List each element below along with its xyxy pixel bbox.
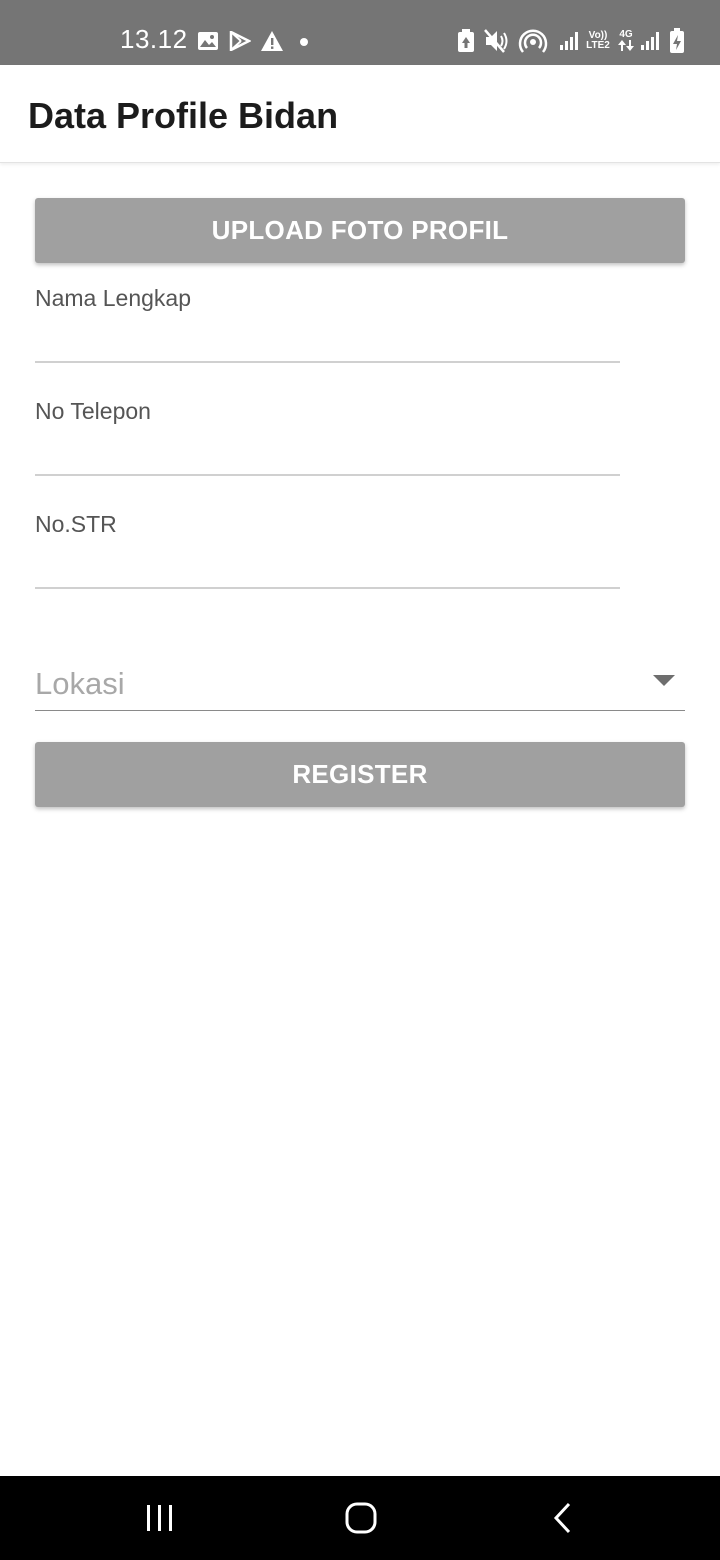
- phone-field: No Telepon: [35, 398, 620, 488]
- battery-charging-icon: [669, 28, 685, 54]
- home-icon[interactable]: [341, 1498, 381, 1538]
- full-name-label: Nama Lengkap: [35, 285, 191, 311]
- back-icon[interactable]: [543, 1498, 583, 1538]
- upload-photo-button[interactable]: UPLOAD FOTO PROFIL: [35, 198, 685, 263]
- volte-icon: Vo)) LTE2: [583, 31, 613, 51]
- network-text: 4G: [619, 29, 633, 40]
- dropdown-arrow-icon: [653, 674, 675, 692]
- location-dropdown[interactable]: Lokasi: [35, 652, 685, 711]
- warning-icon: [260, 30, 284, 56]
- 4g-icon: 4G: [616, 30, 636, 52]
- hotspot-icon: [518, 28, 548, 54]
- phone-label: No Telepon: [35, 398, 151, 424]
- str-number-field: No.STR: [35, 511, 620, 601]
- page-title: Data Profile Bidan: [28, 95, 339, 136]
- recent-apps-icon[interactable]: [140, 1498, 180, 1538]
- full-name-field: Nama Lengkap: [35, 285, 620, 375]
- phone-input[interactable]: [35, 428, 620, 476]
- status-bar: 13.12 Vo)) LTE2 4G: [0, 0, 720, 65]
- str-number-input[interactable]: [35, 541, 620, 589]
- play-store-icon: [229, 31, 251, 57]
- dot-icon: [299, 37, 309, 63]
- screen: 13.12 Vo)) LTE2 4G Data Profile Bidan UP…: [0, 0, 720, 1560]
- app-bar: Data Profile Bidan: [0, 65, 720, 163]
- register-button[interactable]: REGISTER: [35, 742, 685, 807]
- status-time: 13.12: [120, 24, 188, 54]
- gallery-icon: [197, 31, 219, 57]
- mute-icon: [484, 29, 510, 55]
- battery-saver-icon: [457, 29, 475, 55]
- volte-bottom-text: LTE2: [586, 40, 610, 51]
- signal-icon: [559, 31, 581, 57]
- full-name-input[interactable]: [35, 315, 620, 363]
- str-number-label: No.STR: [35, 511, 117, 537]
- location-placeholder: Lokasi: [35, 666, 125, 701]
- signal-icon-2: [640, 31, 662, 57]
- navigation-bar: [0, 1476, 720, 1560]
